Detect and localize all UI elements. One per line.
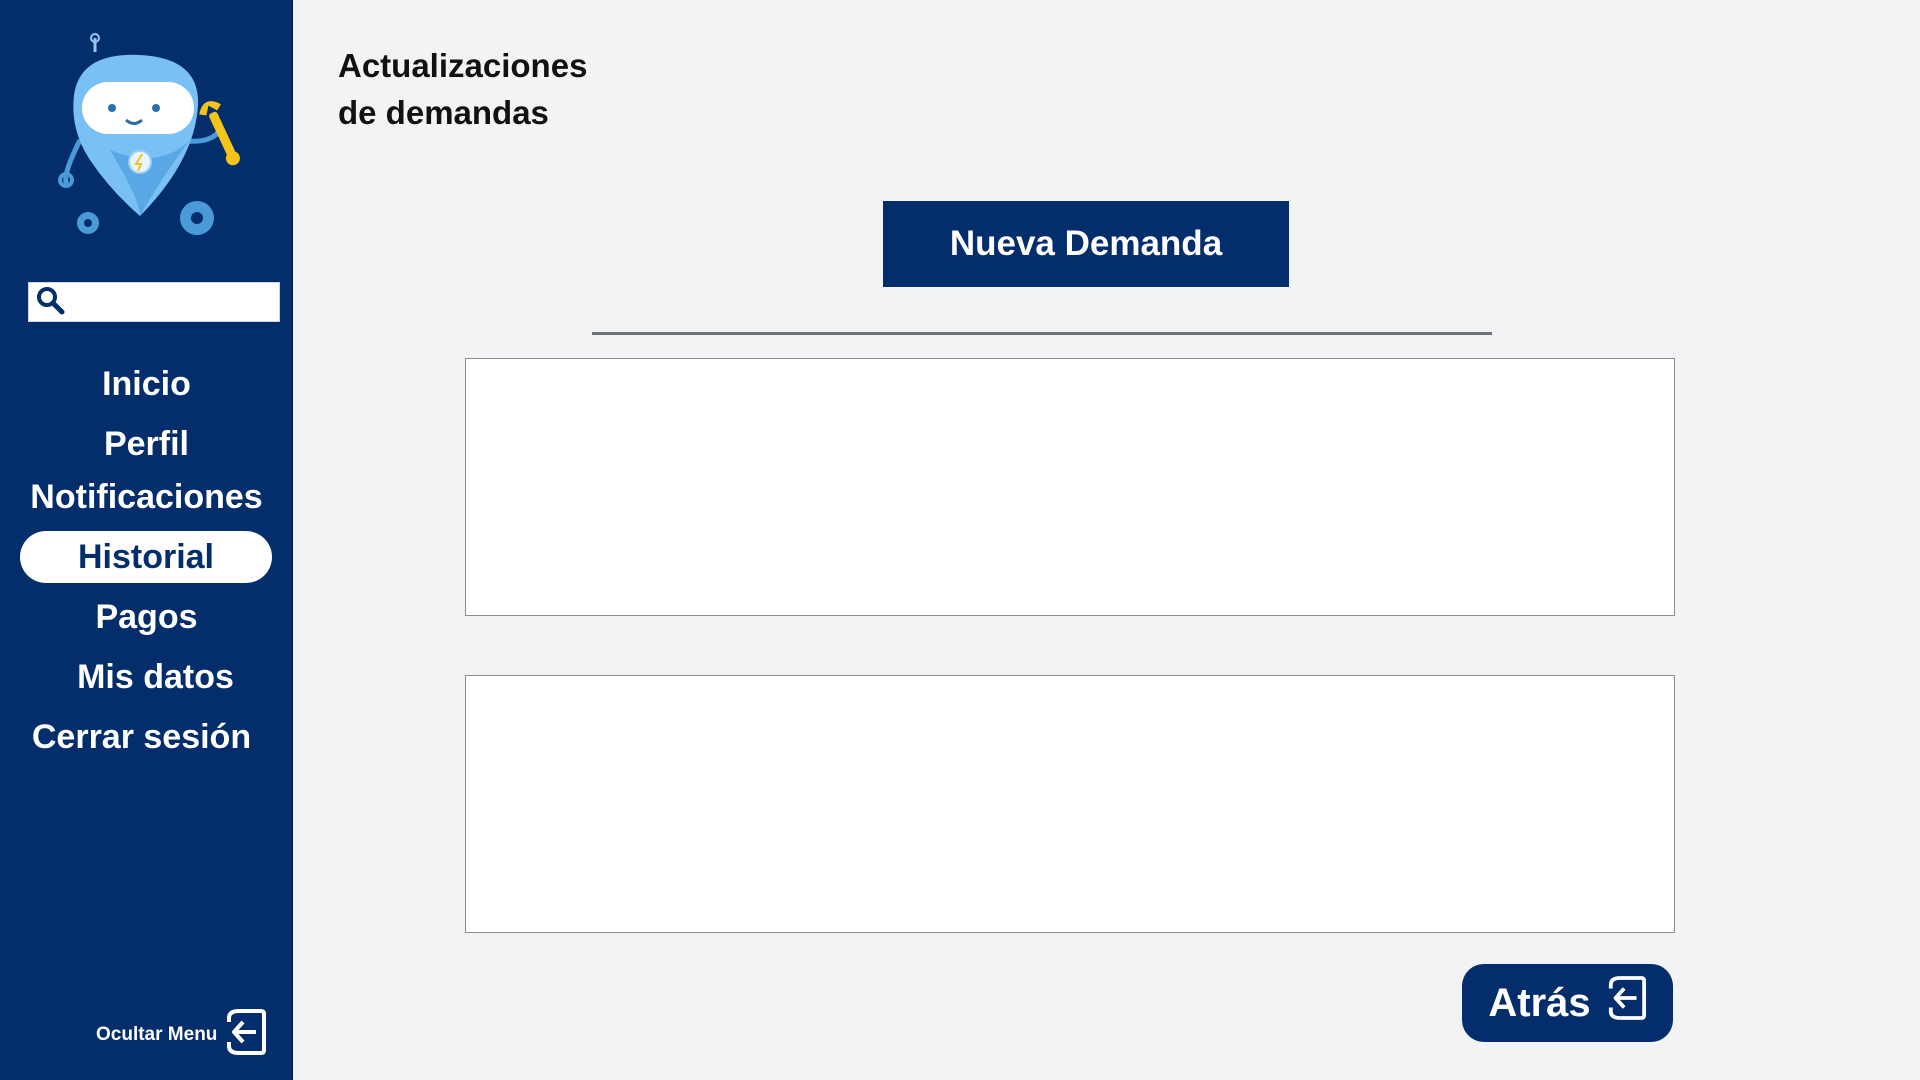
- search-icon: [35, 285, 65, 320]
- demand-panel-2: [465, 675, 1675, 933]
- nav-item-historial[interactable]: Historial: [20, 531, 272, 583]
- robot-mascot-icon: [40, 30, 260, 245]
- exit-arrow-icon: [1607, 974, 1647, 1032]
- demand-panel-1: [465, 358, 1675, 616]
- sidebar: Inicio Perfil Notificaciones Historial P…: [0, 0, 301, 1080]
- nav-item-mis-datos[interactable]: Mis datos: [0, 657, 293, 697]
- divider: [592, 332, 1492, 335]
- hide-menu-label: Ocultar Menu: [96, 1024, 218, 1045]
- page-title-line-2: de demandas: [338, 94, 549, 131]
- hide-menu-button[interactable]: Ocultar Menu: [96, 1008, 267, 1062]
- back-button[interactable]: Atrás: [1462, 964, 1673, 1042]
- page-title-line-1: Actualizaciones: [338, 47, 588, 84]
- exit-arrow-icon: [225, 1008, 267, 1062]
- new-demand-button[interactable]: Nueva Demanda: [883, 201, 1289, 287]
- back-label: Atrás: [1488, 980, 1591, 1025]
- nav-item-perfil[interactable]: Perfil: [0, 424, 293, 464]
- search-field[interactable]: [28, 282, 301, 322]
- nav-item-inicio[interactable]: Inicio: [0, 364, 293, 404]
- search-input[interactable]: [65, 283, 301, 321]
- nav-item-notificaciones[interactable]: Notificaciones: [0, 477, 293, 517]
- page-title: Actualizaciones de demandas: [338, 42, 658, 136]
- nav-item-cerrar-sesion[interactable]: Cerrar sesión: [0, 717, 293, 757]
- nav-item-pagos[interactable]: Pagos: [0, 597, 293, 637]
